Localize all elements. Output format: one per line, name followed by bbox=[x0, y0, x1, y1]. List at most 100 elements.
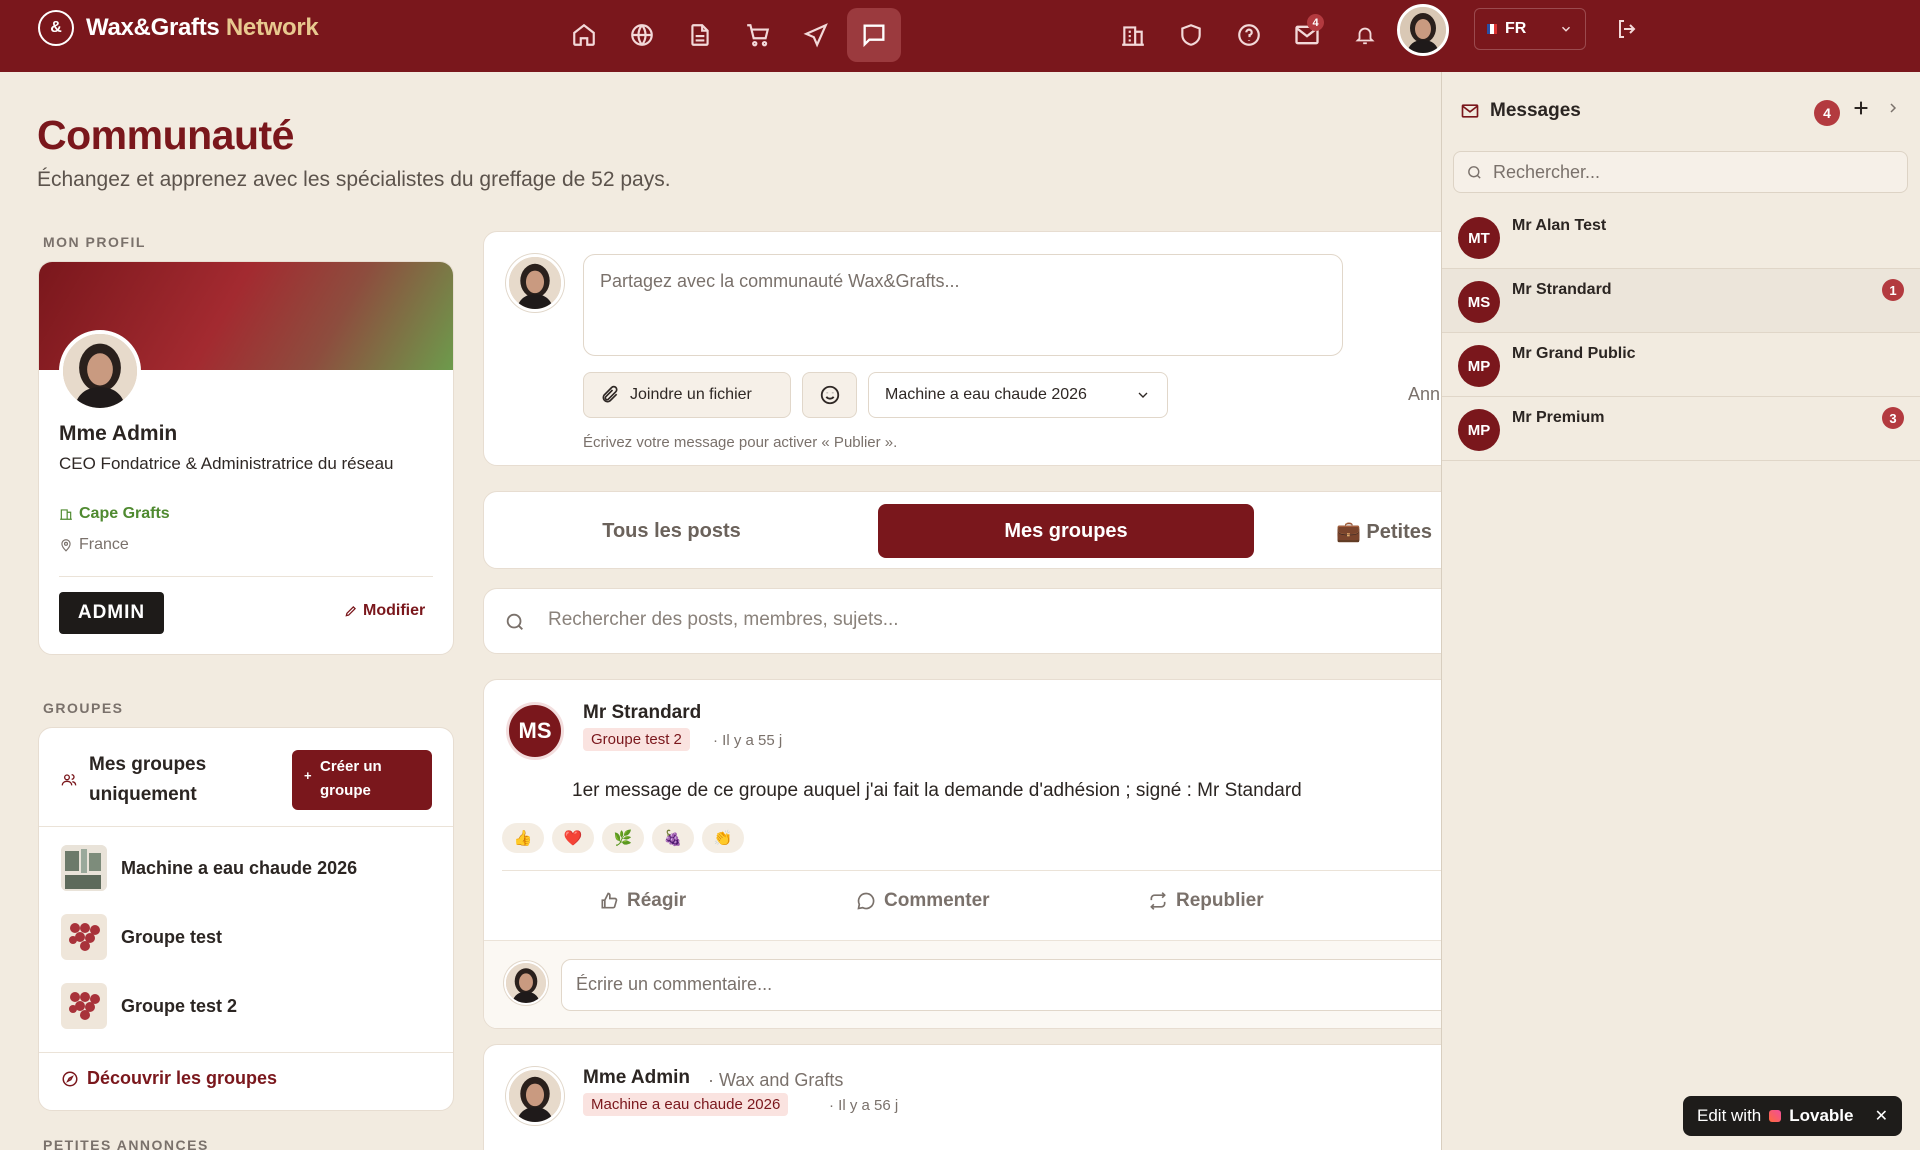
reaction-leaf[interactable]: 🌿 bbox=[602, 823, 644, 853]
admin-badge: ADMIN bbox=[59, 592, 164, 634]
notifications-button[interactable] bbox=[1337, 8, 1392, 62]
reaction-clap[interactable]: 👏 bbox=[702, 823, 744, 853]
plus-icon bbox=[1854, 101, 1868, 115]
divider bbox=[502, 870, 1472, 871]
post-time: · Il y a 55 j bbox=[713, 732, 783, 749]
group-item[interactable]: Groupe test bbox=[61, 914, 222, 960]
divider bbox=[39, 826, 453, 827]
close-icon[interactable]: ✕ bbox=[1875, 1106, 1888, 1126]
post-org: · Wax and Grafts bbox=[708, 1070, 844, 1090]
collapse-messages-button[interactable] bbox=[1885, 100, 1901, 116]
profile-section-label: MON PROFIL bbox=[43, 234, 146, 250]
nav-chat[interactable] bbox=[847, 8, 901, 62]
my-groups-filter[interactable]: Mes groupes uniquement bbox=[89, 750, 289, 810]
reaction-thumbs-up[interactable]: 👍 bbox=[502, 823, 544, 853]
search-icon bbox=[506, 613, 523, 630]
nav-home[interactable] bbox=[557, 8, 611, 62]
lovable-logo-icon bbox=[1769, 1110, 1782, 1122]
ads-section-label: PETITES ANNONCES bbox=[43, 1137, 209, 1150]
language-select[interactable]: FR bbox=[1474, 8, 1586, 50]
grape-icon bbox=[61, 914, 107, 960]
new-message-button[interactable] bbox=[1850, 97, 1872, 119]
react-button[interactable]: Réagir bbox=[599, 890, 686, 912]
conversation-item[interactable]: MS Mr Strandard 1 bbox=[1442, 269, 1920, 333]
emoji-button[interactable] bbox=[802, 372, 857, 418]
post-card: MS Mr Strandard Groupe test 2 · Il y a 5… bbox=[483, 679, 1493, 1029]
group-item[interactable]: Groupe test 2 bbox=[61, 983, 237, 1029]
nav-cart[interactable] bbox=[731, 8, 785, 62]
composer-avatar bbox=[506, 254, 564, 312]
page-title: Communauté bbox=[37, 112, 294, 158]
pencil-icon bbox=[345, 606, 356, 617]
mail-button[interactable]: 4 bbox=[1279, 8, 1334, 62]
post-card: Mme Admin · Wax and Grafts Machine a eau… bbox=[483, 1044, 1493, 1150]
messages-search-input[interactable]: Rechercher... bbox=[1493, 162, 1600, 183]
groups-card: Mes groupes uniquement + Créer un groupe… bbox=[38, 727, 454, 1111]
group-select[interactable]: Machine a eau chaude 2026 bbox=[868, 372, 1168, 418]
paperclip-icon bbox=[602, 385, 618, 403]
post-author-avatar[interactable]: MS bbox=[506, 702, 564, 760]
comment-button[interactable]: Commenter bbox=[856, 890, 990, 912]
thumbs-up-icon bbox=[601, 892, 618, 909]
post-group-tag[interactable]: Groupe test 2 bbox=[583, 728, 690, 751]
feed-search-input[interactable]: Rechercher des posts, membres, sujets... bbox=[548, 609, 899, 631]
discover-groups-link[interactable]: Découvrir les groupes bbox=[61, 1068, 277, 1089]
conversation-unread-badge: 3 bbox=[1882, 407, 1904, 429]
conversation-item[interactable]: MP Mr Premium 3 bbox=[1442, 397, 1920, 461]
map-pin-icon bbox=[61, 539, 71, 552]
profile-company[interactable]: Cape Grafts bbox=[59, 505, 170, 523]
reaction-heart[interactable]: ❤️ bbox=[552, 823, 594, 853]
reaction-summary: 👍 ❤️ 🌿 🍇 👏 bbox=[502, 823, 744, 853]
post-author-avatar[interactable] bbox=[506, 1067, 564, 1125]
home-icon bbox=[573, 23, 595, 46]
brand-name: Wax&Grafts Network bbox=[86, 14, 319, 41]
chevron-right-icon bbox=[1890, 103, 1897, 113]
logout-icon bbox=[1619, 20, 1636, 38]
comment-icon bbox=[857, 892, 875, 910]
header-actions: 4 bbox=[1105, 8, 1392, 62]
shield-button[interactable] bbox=[1163, 8, 1218, 62]
tab-all-posts[interactable]: Tous les posts bbox=[495, 504, 848, 558]
chat-icon bbox=[863, 24, 885, 48]
attach-file-button[interactable]: Joindre un fichier bbox=[583, 372, 791, 418]
brand-logo[interactable]: & Wax&Grafts Network bbox=[38, 10, 319, 46]
group-item[interactable]: Machine a eau chaude 2026 bbox=[61, 845, 357, 891]
post-author[interactable]: Mme Admin bbox=[583, 1067, 690, 1089]
conversation-name: Mr Premium bbox=[1512, 409, 1605, 426]
help-button[interactable] bbox=[1221, 8, 1276, 62]
feed-search[interactable]: Rechercher des posts, membres, sujets... bbox=[483, 588, 1493, 654]
post-author[interactable]: Mr Strandard bbox=[583, 702, 701, 724]
repost-button[interactable]: Republier bbox=[1148, 890, 1264, 912]
reaction-grape[interactable]: 🍇 bbox=[652, 823, 694, 853]
document-icon bbox=[691, 24, 709, 46]
conversation-name: Mr Grand Public bbox=[1512, 345, 1636, 362]
profile-name: Mme Admin bbox=[59, 422, 178, 445]
group-thumbnail bbox=[61, 845, 107, 891]
globe-icon bbox=[631, 24, 653, 46]
anonymous-toggle[interactable]: Ann bbox=[1408, 384, 1440, 405]
chevron-down-icon bbox=[1138, 392, 1148, 398]
post-group-tag[interactable]: Machine a eau chaude 2026 bbox=[583, 1093, 789, 1116]
conversation-item[interactable]: MT Mr Alan Test bbox=[1442, 205, 1920, 269]
conversation-avatar: MS bbox=[1458, 281, 1500, 323]
logout-button[interactable] bbox=[1604, 8, 1650, 50]
language-label: FR bbox=[1505, 20, 1527, 37]
building-button[interactable] bbox=[1105, 8, 1160, 62]
nav-document[interactable] bbox=[673, 8, 727, 62]
tab-my-groups[interactable]: Mes groupes bbox=[878, 504, 1254, 558]
messages-search[interactable]: Rechercher... bbox=[1453, 151, 1908, 193]
building-icon bbox=[60, 509, 72, 520]
conversation-unread-badge: 1 bbox=[1882, 279, 1904, 301]
post-composer: Partagez avec la communauté Wax&Grafts..… bbox=[483, 231, 1493, 466]
nav-plane[interactable] bbox=[789, 8, 843, 62]
create-group-button[interactable]: + Créer un groupe bbox=[292, 750, 432, 810]
user-avatar[interactable] bbox=[1397, 4, 1449, 56]
comment-input[interactable]: Écrire un commentaire... bbox=[561, 959, 1461, 1011]
profile-location: France bbox=[59, 536, 129, 554]
post-input[interactable]: Partagez avec la communauté Wax&Grafts..… bbox=[583, 254, 1343, 356]
nav-globe[interactable] bbox=[615, 8, 669, 62]
conversation-item[interactable]: MP Mr Grand Public bbox=[1442, 333, 1920, 397]
edit-profile-button[interactable]: Modifier bbox=[344, 602, 425, 620]
post-time: · Il y a 56 j bbox=[829, 1097, 899, 1114]
edit-with-lovable-badge[interactable]: Edit with Lovable ✕ bbox=[1683, 1096, 1902, 1136]
